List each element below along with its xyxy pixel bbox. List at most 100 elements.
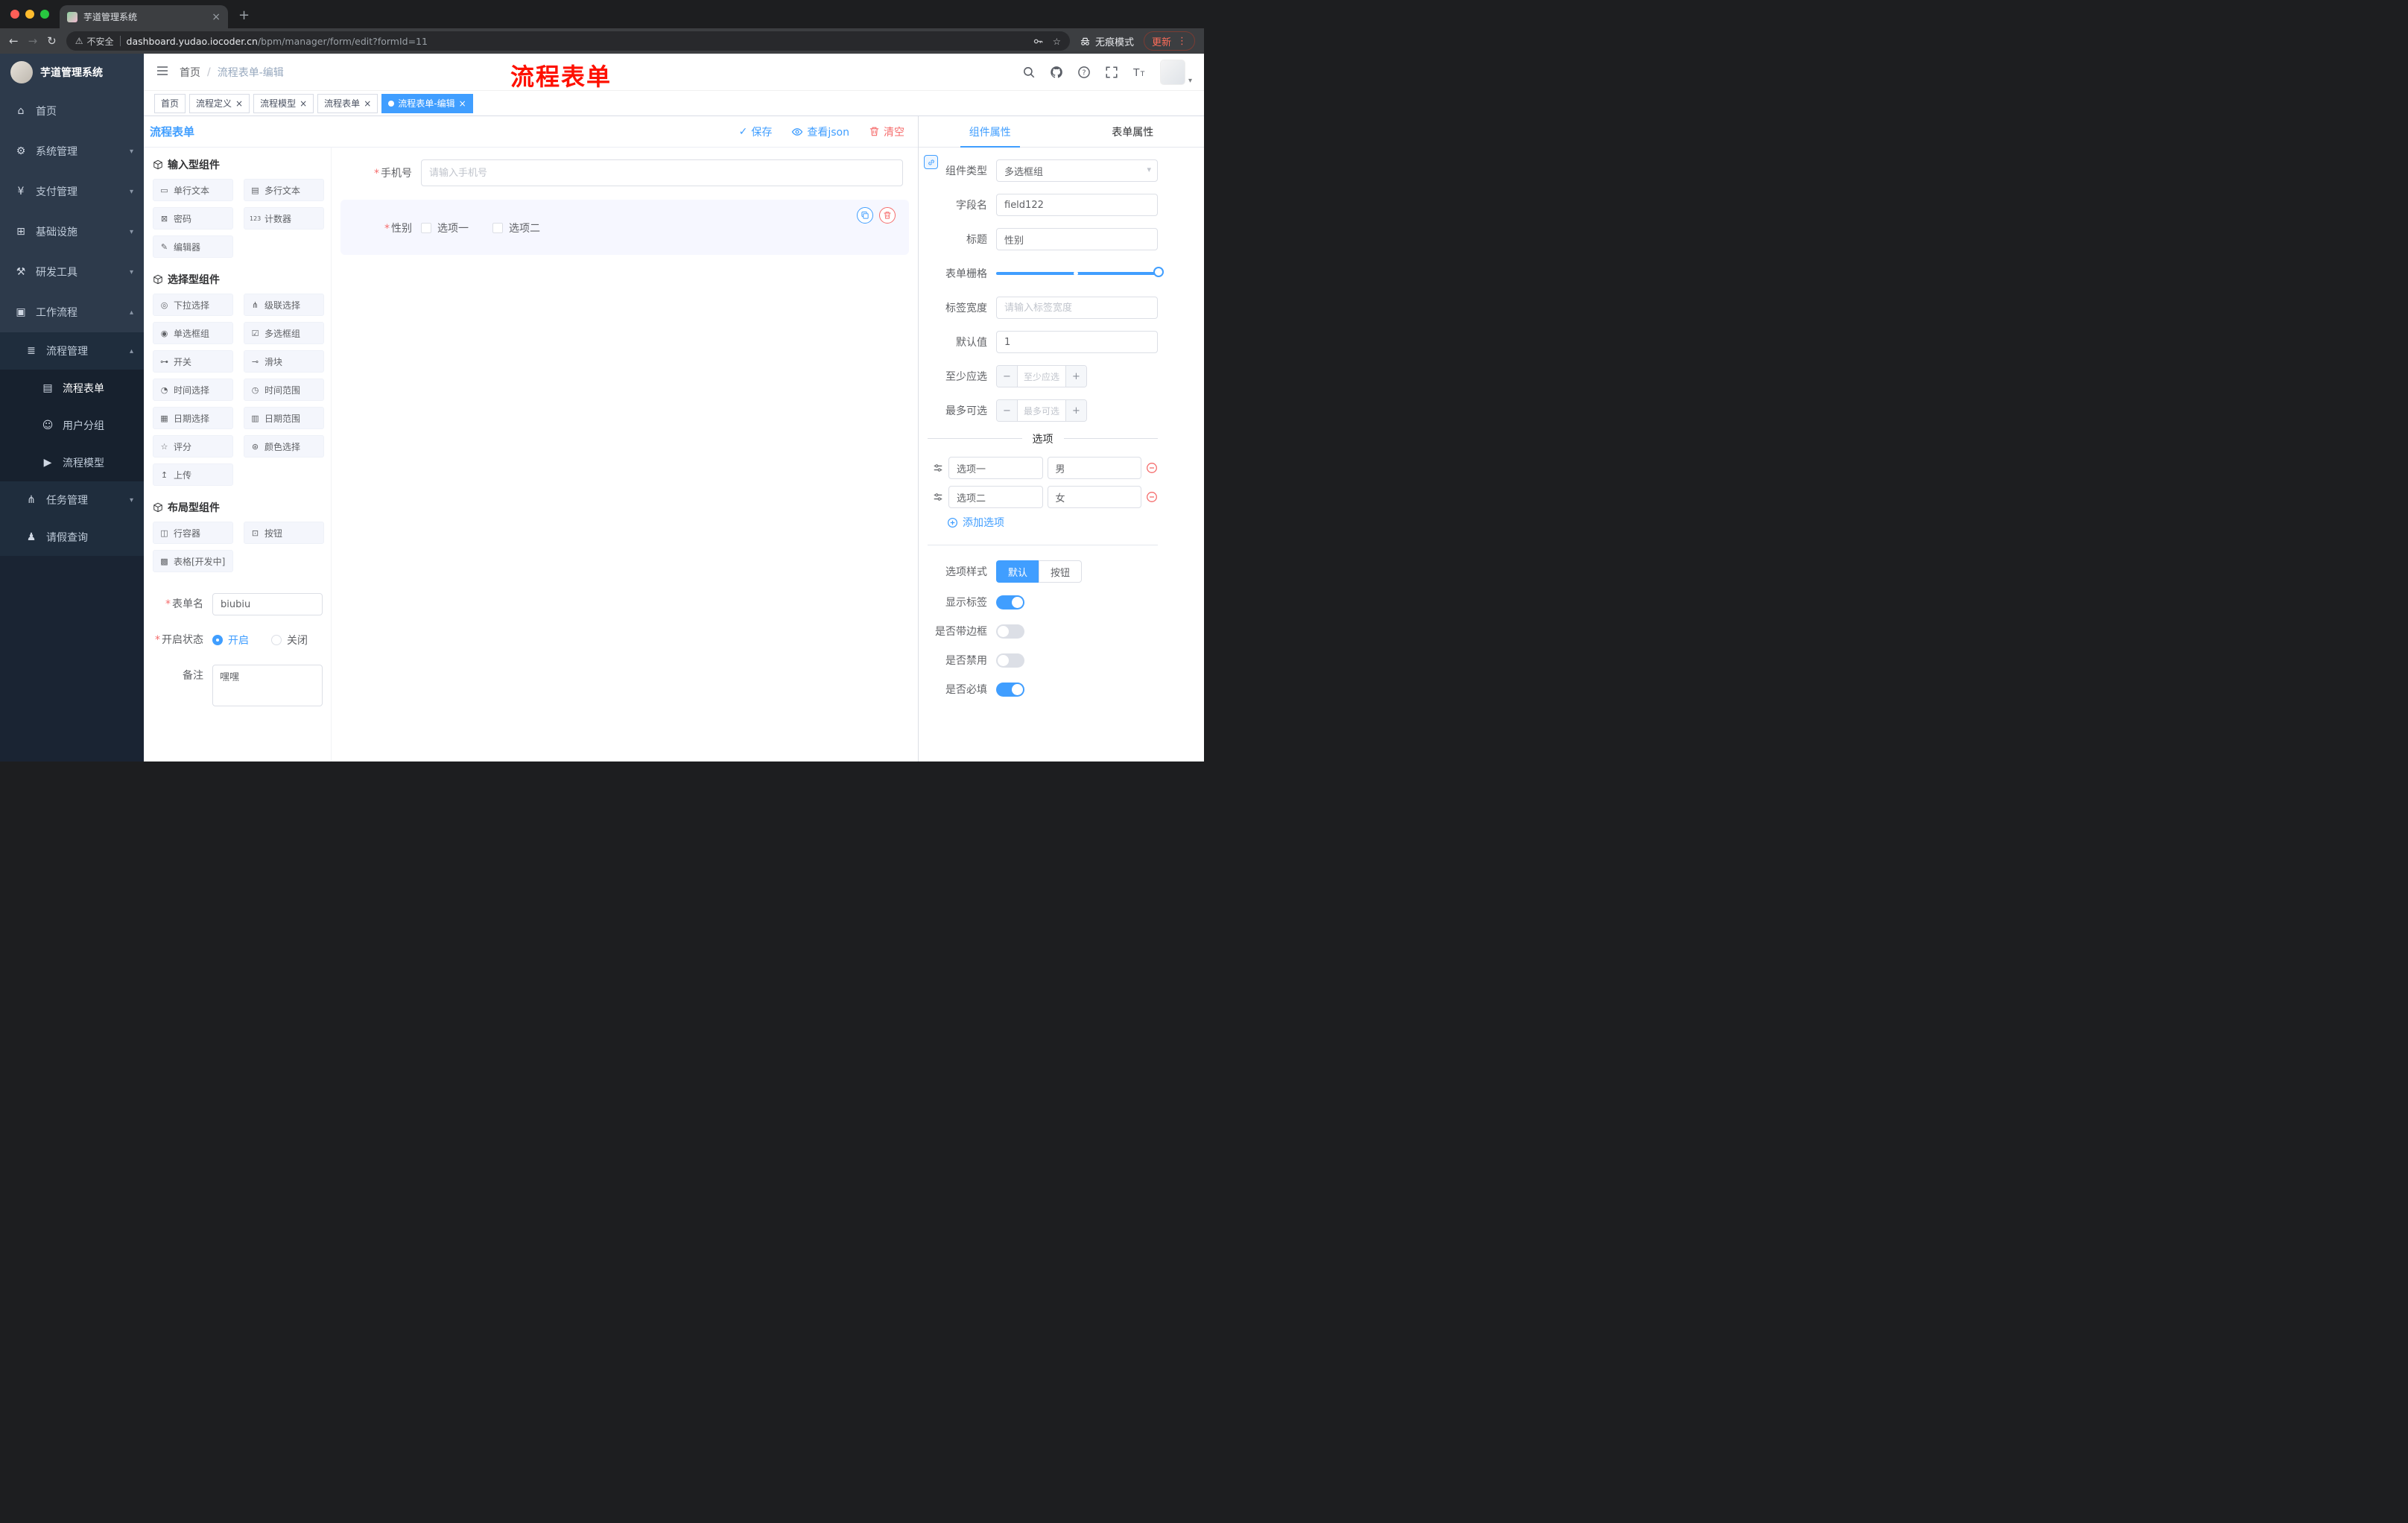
- security-warning-chip[interactable]: ⚠ 不安全: [75, 35, 114, 48]
- chip-table[interactable]: ▩ 表格[开发中]: [153, 550, 233, 572]
- sidebar-item-system[interactable]: ⚙ 系统管理 ▾: [0, 131, 144, 171]
- avatar[interactable]: [1159, 59, 1185, 85]
- tag-close-icon[interactable]: ×: [364, 98, 371, 109]
- tab-component-props[interactable]: 组件属性: [919, 116, 1062, 148]
- tag-close-icon[interactable]: ×: [300, 98, 307, 109]
- status-off-radio[interactable]: 关闭: [271, 633, 308, 647]
- zoom-window-button[interactable]: [40, 10, 49, 19]
- back-button[interactable]: ←: [9, 35, 19, 47]
- tag-process-model[interactable]: 流程模型 ×: [253, 93, 314, 113]
- slider-handle[interactable]: [1153, 267, 1164, 277]
- sidebar-item-home[interactable]: ⌂ 首页: [0, 91, 144, 131]
- sidebar-item-task-management[interactable]: ⋔ 任务管理 ▾: [0, 481, 144, 519]
- max-select-value[interactable]: 最多可选: [1018, 400, 1065, 421]
- help-icon[interactable]: ?: [1077, 66, 1091, 79]
- chip-time-picker[interactable]: ◔ 时间选择: [153, 379, 233, 401]
- sidebar-item-infra[interactable]: ⊞ 基础设施 ▾: [0, 212, 144, 252]
- field-name-input[interactable]: [996, 194, 1158, 216]
- option-2-value-input[interactable]: [1047, 486, 1141, 508]
- save-button[interactable]: ✓ 保存: [739, 124, 773, 139]
- style-default-button[interactable]: 默认: [996, 560, 1039, 583]
- option-1-value-input[interactable]: [1047, 457, 1141, 479]
- browser-update-button[interactable]: 更新 ⋮: [1143, 31, 1195, 51]
- chip-button[interactable]: ⊡ 按钮: [244, 522, 324, 544]
- min-select-stepper[interactable]: − 至少应选 +: [996, 365, 1087, 387]
- address-bar[interactable]: ⚠ 不安全 dashboard.yudao.iocoder.cn/bpm/man…: [66, 31, 1070, 51]
- chip-password[interactable]: ⊠ 密码: [153, 207, 233, 229]
- tag-close-icon[interactable]: ×: [235, 98, 243, 109]
- tag-close-icon[interactable]: ×: [459, 98, 466, 109]
- drag-handle-icon[interactable]: [932, 462, 944, 474]
- chip-switch[interactable]: ⊶ 开关: [153, 350, 233, 373]
- remove-option-button[interactable]: [1146, 462, 1158, 474]
- sidebar-item-process-form[interactable]: ▤ 流程表单: [0, 370, 144, 407]
- chip-time-range[interactable]: ◷ 时间范围: [244, 379, 324, 401]
- sidebar-item-devtools[interactable]: ⚒ 研发工具 ▾: [0, 252, 144, 292]
- canvas-field-gender-selected[interactable]: * 性别 选项一 选项二: [340, 200, 909, 255]
- link-icon[interactable]: [924, 155, 938, 169]
- browser-menu-icon[interactable]: ⋮: [1177, 36, 1187, 47]
- option-1-label-input[interactable]: [948, 457, 1043, 479]
- browser-tab[interactable]: 芋道管理系统 ×: [60, 5, 228, 28]
- decrement-button[interactable]: −: [997, 366, 1018, 387]
- form-name-input[interactable]: [212, 593, 323, 615]
- copy-component-button[interactable]: [857, 207, 873, 224]
- gender-option-2-checkbox[interactable]: 选项二: [492, 221, 540, 235]
- decrement-button[interactable]: −: [997, 400, 1018, 421]
- tab-close-icon[interactable]: ×: [212, 11, 221, 23]
- component-type-value[interactable]: [996, 159, 1158, 182]
- clear-button[interactable]: 清空: [869, 124, 904, 139]
- font-size-icon[interactable]: TT: [1132, 66, 1146, 79]
- hamburger-icon[interactable]: [156, 64, 169, 80]
- chip-select[interactable]: ◎ 下拉选择: [153, 294, 233, 316]
- chip-date-range[interactable]: ▥ 日期范围: [244, 407, 324, 429]
- label-width-input[interactable]: [996, 297, 1158, 319]
- show-label-toggle[interactable]: [996, 595, 1024, 609]
- increment-button[interactable]: +: [1065, 400, 1086, 421]
- sidebar-item-workflow[interactable]: ▣ 工作流程 ▴: [0, 292, 144, 332]
- canvas-field-phone[interactable]: * 手机号: [340, 158, 909, 194]
- phone-input[interactable]: [421, 159, 903, 186]
- close-window-button[interactable]: [10, 10, 19, 19]
- password-key-icon[interactable]: [1032, 34, 1045, 48]
- sidebar-item-process-management[interactable]: ≣ 流程管理 ▴: [0, 332, 144, 370]
- github-icon[interactable]: [1050, 66, 1063, 79]
- remove-option-button[interactable]: [1146, 491, 1158, 503]
- checkbox-icon[interactable]: [492, 223, 503, 233]
- chip-counter[interactable]: 123 计数器: [244, 207, 324, 229]
- gender-option-1-checkbox[interactable]: 选项一: [421, 221, 469, 235]
- chip-editor[interactable]: ✎ 编辑器: [153, 235, 233, 258]
- checkbox-icon[interactable]: [421, 223, 431, 233]
- chip-multi-line-text[interactable]: ▤ 多行文本: [244, 179, 324, 201]
- minimize-window-button[interactable]: [25, 10, 34, 19]
- chip-slider[interactable]: ⊸ 滑块: [244, 350, 324, 373]
- fullscreen-icon[interactable]: [1105, 66, 1118, 79]
- drag-handle-icon[interactable]: [932, 491, 944, 503]
- tag-process-form-edit[interactable]: 流程表单-编辑 ×: [381, 93, 473, 113]
- title-input[interactable]: [996, 228, 1158, 250]
- required-toggle[interactable]: [996, 682, 1024, 697]
- disabled-toggle[interactable]: [996, 653, 1024, 668]
- slider-track[interactable]: [996, 267, 1164, 277]
- chip-upload[interactable]: ↥ 上传: [153, 463, 233, 486]
- chip-radio-group[interactable]: ◉ 单选框组: [153, 322, 233, 344]
- default-value-input[interactable]: [996, 331, 1158, 353]
- border-toggle[interactable]: [996, 624, 1024, 639]
- reload-button[interactable]: ↻: [47, 35, 57, 47]
- sidebar-item-process-model[interactable]: ▶ 流程模型: [0, 444, 144, 481]
- user-menu[interactable]: ▾: [1159, 59, 1192, 85]
- increment-button[interactable]: +: [1065, 366, 1086, 387]
- min-select-value[interactable]: 至少应选: [1018, 366, 1065, 387]
- chip-checkbox-group[interactable]: ☑ 多选框组: [244, 322, 324, 344]
- grid-slider[interactable]: [996, 262, 1164, 285]
- view-json-button[interactable]: 查看json: [791, 124, 849, 139]
- bookmark-star-icon[interactable]: ☆: [1053, 36, 1061, 47]
- sidebar-item-leave-query[interactable]: ♟ 请假查询: [0, 519, 144, 556]
- breadcrumb-home[interactable]: 首页: [180, 65, 200, 80]
- tag-home[interactable]: 首页: [154, 93, 186, 113]
- status-on-radio[interactable]: 开启: [212, 633, 249, 647]
- form-canvas[interactable]: *手机号 *性别 选项一 选项二: [332, 148, 918, 762]
- form-remark-textarea[interactable]: 嘿嘿: [212, 665, 323, 706]
- component-type-select[interactable]: ▾: [996, 159, 1158, 182]
- add-option-button[interactable]: 添加选项: [947, 515, 1004, 530]
